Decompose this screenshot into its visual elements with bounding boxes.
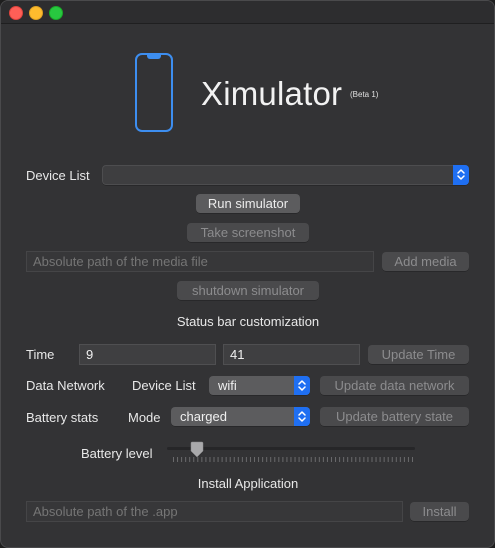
time-minutes-input[interactable] [223, 344, 360, 365]
device-list-label: Device List [26, 168, 90, 183]
battery-stats-label: Battery stats [26, 410, 99, 425]
time-label: Time [26, 347, 55, 362]
status-bar-heading: Status bar customization [176, 314, 320, 329]
main-window: Ximulator (Beta 1) Device List Run simul… [0, 0, 495, 548]
shutdown-simulator-button[interactable]: shutdown simulator [177, 281, 319, 300]
close-window-button[interactable] [9, 6, 23, 20]
add-media-button[interactable]: Add media [382, 252, 469, 271]
battery-level-ticks [173, 457, 413, 462]
chevron-updown-icon [453, 165, 469, 185]
network-device-list-label: Device List [132, 378, 196, 393]
update-data-network-button[interactable]: Update data network [320, 376, 469, 395]
device-list-select[interactable] [102, 165, 469, 185]
install-button[interactable]: Install [410, 502, 469, 521]
update-battery-state-button[interactable]: Update battery state [320, 407, 469, 426]
battery-mode-select[interactable]: charged [171, 407, 310, 426]
battery-mode-value: charged [180, 409, 227, 424]
data-network-value: wifi [218, 378, 237, 393]
chevron-updown-icon [294, 376, 310, 395]
zoom-window-button[interactable] [49, 6, 63, 20]
take-screenshot-button[interactable]: Take screenshot [187, 223, 309, 242]
app-path-input[interactable] [26, 501, 403, 522]
phone-notch [147, 55, 161, 59]
update-time-button[interactable]: Update Time [368, 345, 469, 364]
run-simulator-button[interactable]: Run simulator [196, 194, 300, 213]
battery-level-label: Battery level [81, 446, 153, 461]
beta-badge: (Beta 1) [350, 90, 379, 99]
battery-mode-label: Mode [128, 410, 161, 425]
data-network-select[interactable]: wifi [209, 376, 310, 395]
time-hours-input[interactable] [79, 344, 216, 365]
app-title: Ximulator [201, 75, 343, 112]
title-bar [1, 1, 494, 24]
iphone-icon [135, 53, 173, 132]
data-network-label: Data Network [26, 378, 105, 393]
chevron-updown-icon [294, 407, 310, 426]
media-path-input[interactable] [26, 251, 374, 272]
minimize-window-button[interactable] [29, 6, 43, 20]
battery-level-slider-thumb[interactable] [190, 441, 204, 458]
install-application-heading: Install Application [197, 476, 299, 491]
